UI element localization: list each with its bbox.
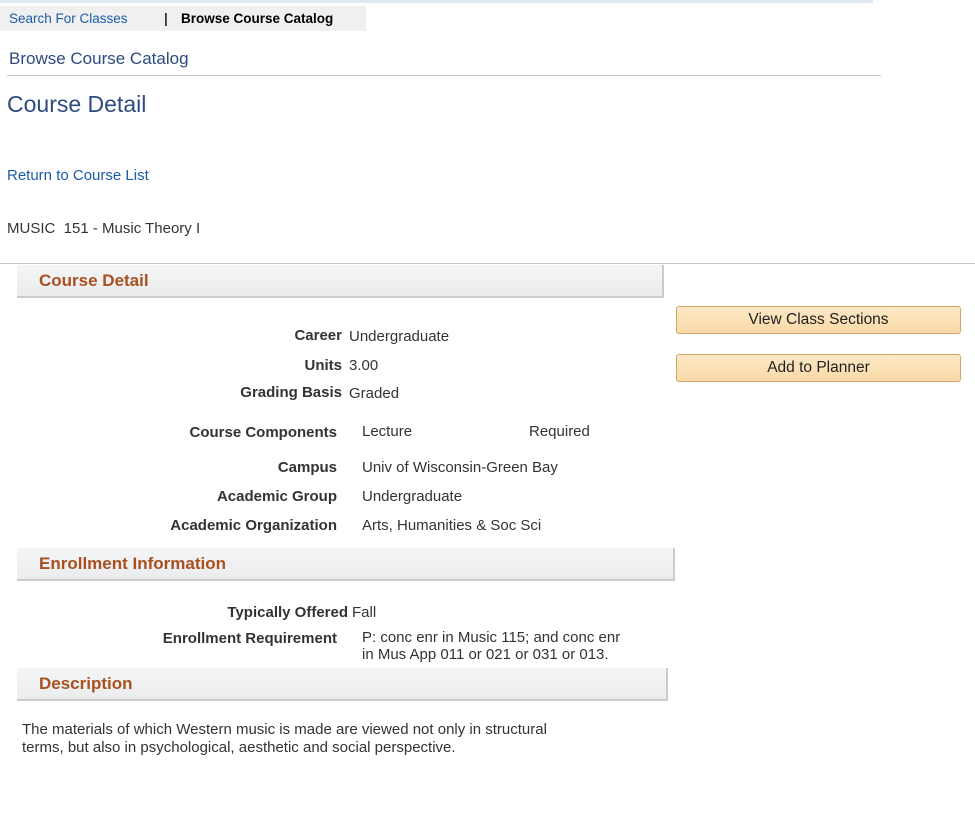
enrollment-requirement-line: in Mus App 011 or 021 or 031 or 013. xyxy=(362,646,609,663)
page-tabs: Search For Classes | Browse Course Catal… xyxy=(0,6,366,31)
career-value: Undergraduate xyxy=(349,328,450,345)
divider xyxy=(0,263,975,264)
course-components-label: Course Components xyxy=(189,424,337,441)
academic-organization-label: Academic Organization xyxy=(170,517,337,534)
top-banner-strip xyxy=(0,0,873,3)
typically-offered-value: Fall xyxy=(352,604,377,621)
course-detail-section-header: Course Detail xyxy=(17,265,664,298)
description-line: terms, but also in psychological, aesthe… xyxy=(22,739,456,756)
academic-organization-value: Arts, Humanities & Soc Sci xyxy=(362,517,542,534)
course-detail-heading: Course Detail xyxy=(39,271,149,290)
view-class-sections-button[interactable]: View Class Sections xyxy=(676,306,961,334)
tab-search-for-classes[interactable]: Search For Classes xyxy=(9,6,128,31)
course-component-type: Lecture xyxy=(362,423,413,440)
course-description: The materials of which Western music is … xyxy=(22,721,672,757)
typically-offered-label: Typically Offered xyxy=(227,604,348,621)
grading-basis-value: Graded xyxy=(349,385,400,402)
enrollment-information-section-header: Enrollment Information xyxy=(17,548,675,581)
add-to-planner-button[interactable]: Add to Planner xyxy=(676,354,961,382)
course-name: MUSIC 151 - Music Theory I xyxy=(7,220,201,237)
page-subtitle: Browse Course Catalog xyxy=(9,49,189,68)
return-to-course-list-link[interactable]: Return to Course List xyxy=(7,166,149,185)
tab-separator: | xyxy=(164,11,168,26)
units-value: 3.00 xyxy=(349,357,379,374)
career-label: Career xyxy=(294,327,342,344)
course-component-status: Required xyxy=(529,423,590,440)
enrollment-requirement-label: Enrollment Requirement xyxy=(162,630,337,647)
units-label: Units xyxy=(304,357,343,374)
tab-browse-course-catalog: Browse Course Catalog xyxy=(181,11,334,26)
enrollment-requirement-line: P: conc enr in Music 115; and conc enr xyxy=(362,629,621,646)
campus-label: Campus xyxy=(277,459,337,476)
page-title: Course Detail xyxy=(7,91,147,117)
campus-value: Univ of Wisconsin-Green Bay xyxy=(362,459,558,476)
divider xyxy=(7,75,881,76)
academic-group-value: Undergraduate xyxy=(362,488,463,505)
academic-group-label: Academic Group xyxy=(216,488,337,505)
description-heading: Description xyxy=(39,674,133,693)
enrollment-information-heading: Enrollment Information xyxy=(39,554,226,573)
description-line: The materials of which Western music is … xyxy=(22,721,547,738)
grading-basis-label: Grading Basis xyxy=(240,384,342,401)
enrollment-requirement-value: P: conc enr in Music 115; and conc enr i… xyxy=(362,629,620,663)
description-section-header: Description xyxy=(17,668,668,701)
